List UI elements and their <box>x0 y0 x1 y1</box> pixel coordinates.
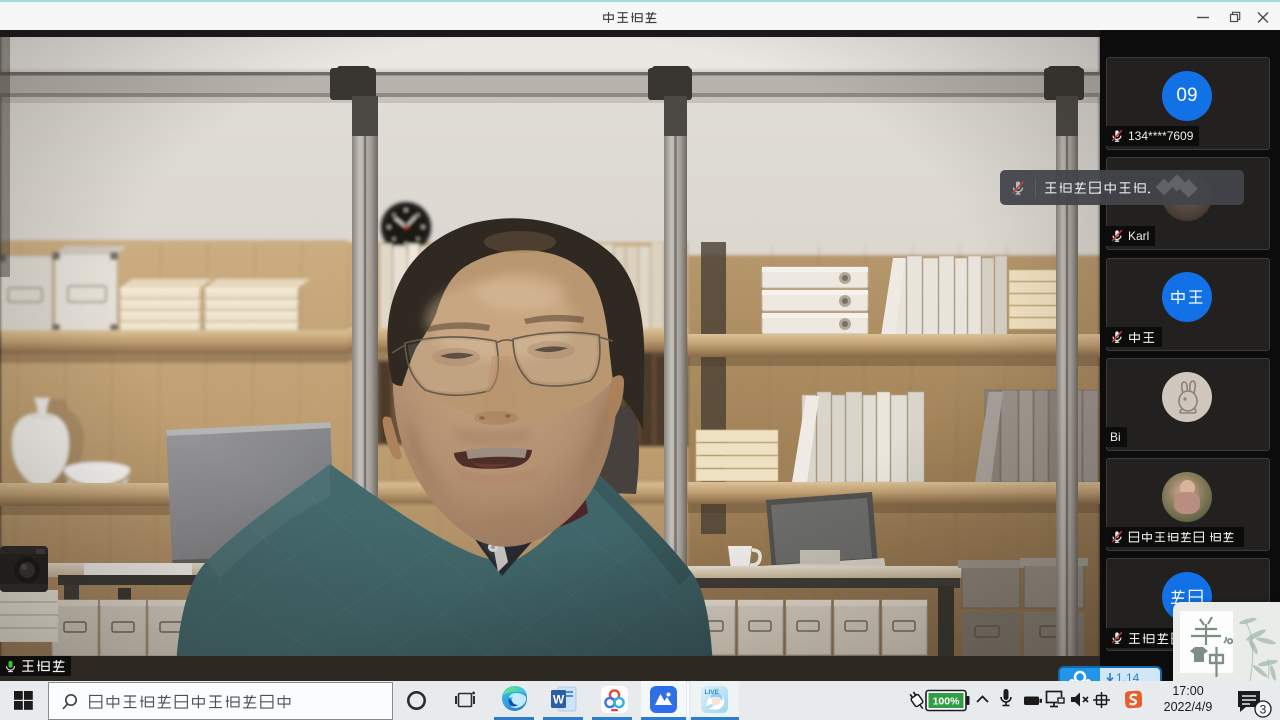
svg-text:100%: 100% <box>933 696 961 708</box>
svg-text:3: 3 <box>1260 703 1267 717</box>
svg-text:W: W <box>553 693 565 707</box>
svg-text:LIVE: LIVE <box>705 689 720 696</box>
